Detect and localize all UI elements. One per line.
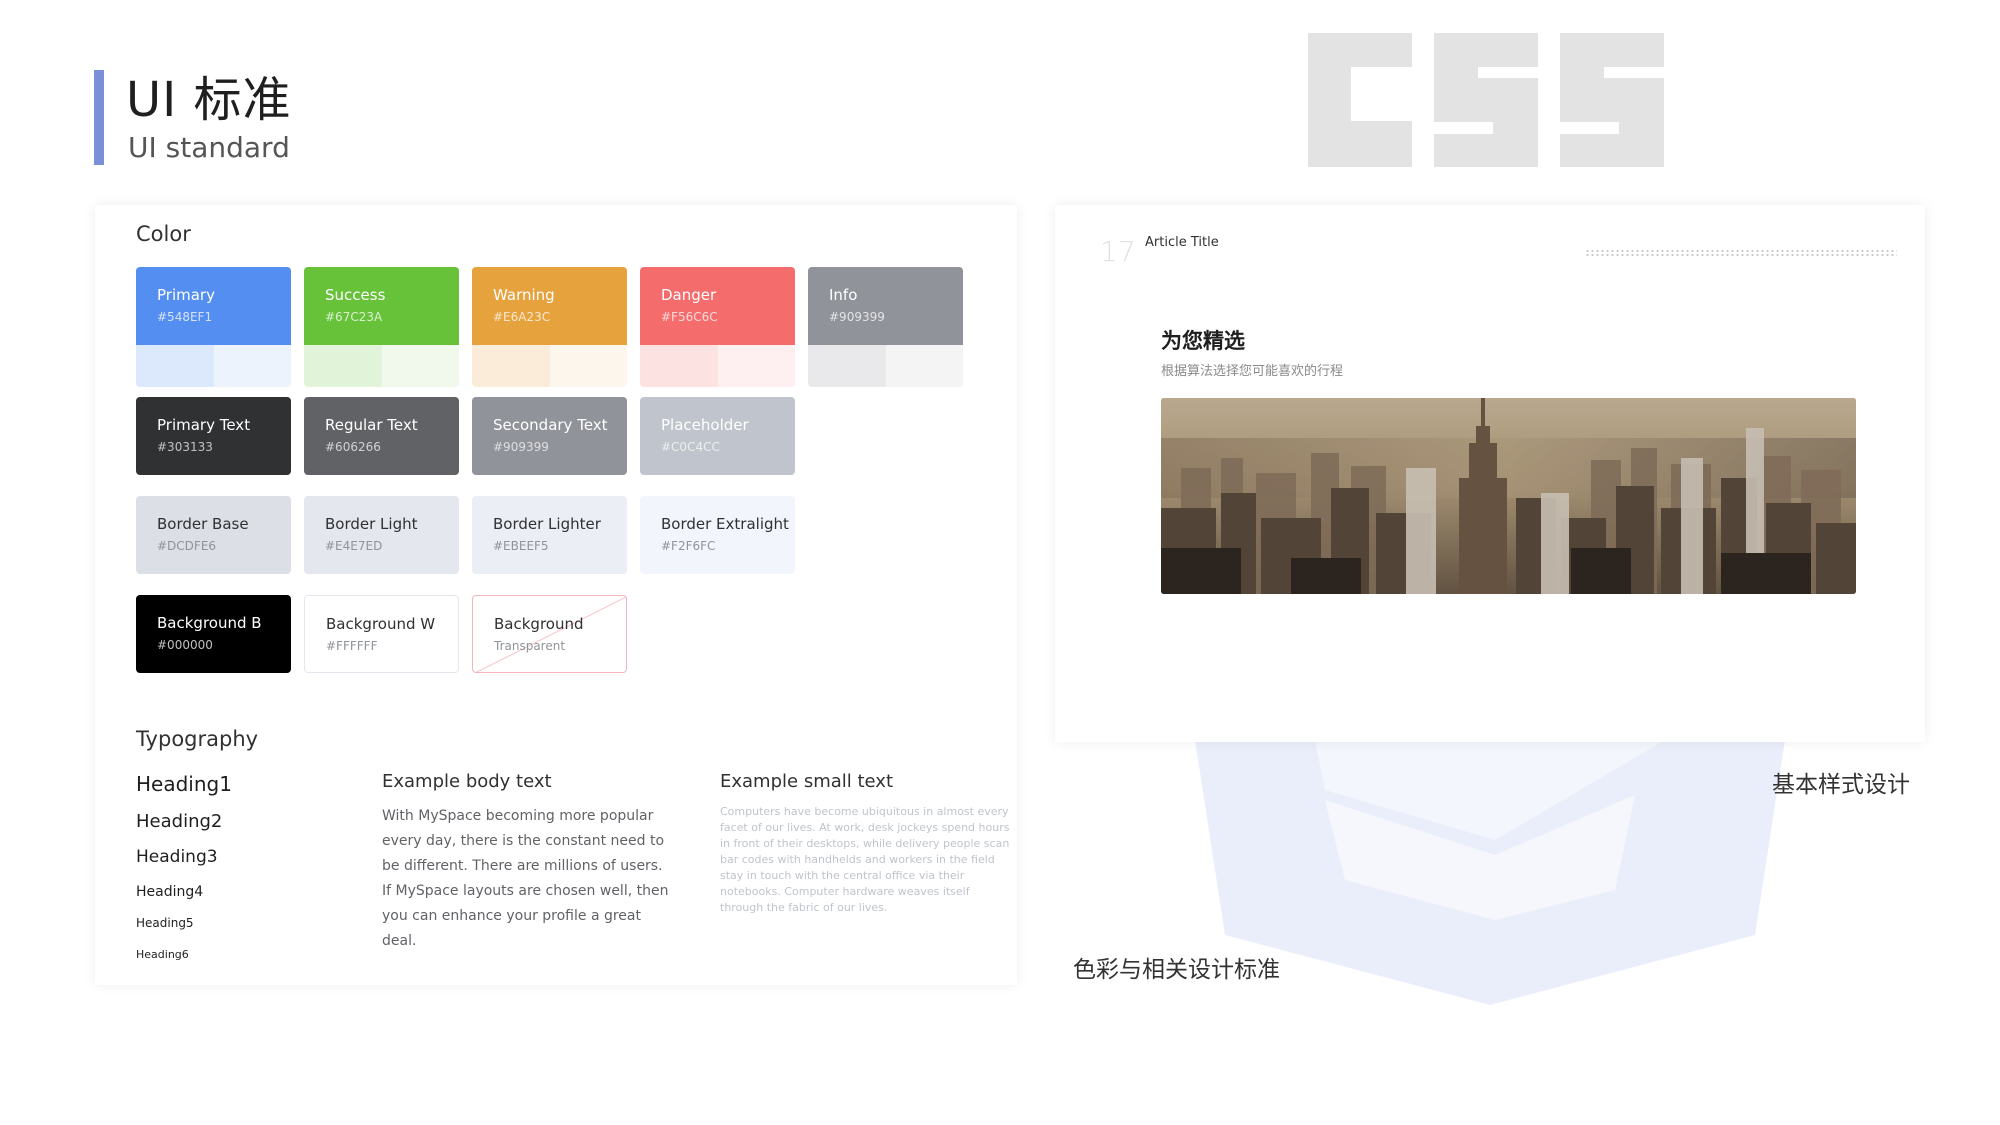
article-number: 17 (1100, 235, 1136, 268)
swatch-name: Danger (661, 286, 717, 304)
feature-title: 为您精选 (1161, 329, 1245, 353)
swatch-name: Primary (157, 286, 215, 304)
swatch-name: Border Light (325, 515, 418, 533)
swatch-background-white: Background W #FFFFFF (304, 595, 459, 673)
swatch-hex: #67C23A (325, 310, 383, 324)
swatch-regular-text: Regular Text #606266 (304, 397, 459, 475)
swatch-name: Primary Text (157, 416, 251, 434)
swatch-name: Border Extralight (661, 515, 789, 533)
swatch-hex: #EBEEF5 (493, 539, 549, 553)
city-skyline-image (1161, 398, 1856, 594)
swatch-secondary-text: Secondary Text #909399 (472, 397, 627, 475)
swatch-info: Info #909399 (808, 267, 963, 387)
swatch-hex: #F2F6FC (661, 539, 716, 553)
heading2-sample: Heading2 (136, 811, 223, 832)
swatch-hex: Transparent (494, 639, 566, 653)
article-title: Article Title (1145, 235, 1219, 250)
title-accent-bar (94, 70, 104, 165)
swatch-name: Border Base (157, 515, 249, 533)
swatch-warning: Warning #E6A23C (472, 267, 627, 387)
caption-basic-style: 基本样式设计 (1772, 772, 1910, 798)
article-preview-card: 17 Article Title 为您精选 根据算法选择您可能喜欢的行程 (1055, 205, 1925, 742)
page-title: UI 标准 (126, 72, 292, 128)
color-section-title: Color (136, 222, 191, 246)
body-text-title: Example body text (382, 771, 552, 792)
swatch-hex: #DCDFE6 (157, 539, 217, 553)
swatch-name: Placeholder (661, 416, 749, 434)
small-text-sample: Computers have become ubiquitous in almo… (720, 805, 1010, 914)
color-typography-card: Color Primary #548EF1 Success #67C23A Wa… (95, 205, 1017, 985)
swatch-name: Warning (493, 286, 555, 304)
body-text-sample: With MySpace becoming more popular every… (382, 808, 669, 949)
swatch-border-extralight: Border Extralight #F2F6FC (640, 496, 795, 574)
heading5-sample: Heading5 (136, 916, 194, 930)
swatch-hex: #E6A23C (493, 310, 551, 324)
swatch-hex: #C0C4CC (661, 440, 720, 454)
swatch-hex: #909399 (493, 440, 549, 454)
swatch-hex: #FFFFFF (326, 639, 378, 653)
swatch-border-light: Border Light #E4E7ED (304, 496, 459, 574)
heading4-sample: Heading4 (136, 884, 204, 900)
swatch-name: Background (494, 615, 584, 633)
swatch-name: Border Lighter (493, 515, 601, 533)
swatch-hex: #000000 (157, 638, 213, 652)
swatch-name: Info (829, 286, 858, 304)
caption-color-standard: 色彩与相关设计标准 (1073, 957, 1280, 983)
swatch-danger: Danger #F56C6C (640, 267, 795, 387)
swatch-background-transparent: Background Transparent (472, 595, 627, 673)
swatch-background-black: Background B #000000 (136, 595, 291, 673)
css-logo-icon (1308, 33, 1664, 167)
swatch-placeholder: Placeholder #C0C4CC (640, 397, 795, 475)
typography-section-title: Typography (136, 727, 259, 751)
page-subtitle: UI standard (128, 131, 290, 164)
swatch-border-lighter: Border Lighter #EBEEF5 (472, 496, 627, 574)
swatch-primary: Primary #548EF1 (136, 267, 291, 387)
swatch-hex: #F56C6C (661, 310, 718, 324)
swatch-name: Background B (157, 614, 262, 632)
css-shield-icon (1195, 740, 1785, 1005)
heading3-sample: Heading3 (136, 847, 218, 867)
swatch-name: Background W (326, 615, 436, 633)
swatch-hex: #303133 (157, 440, 213, 454)
swatch-name: Regular Text (325, 416, 418, 434)
swatch-name: Secondary Text (493, 416, 608, 434)
small-text-title: Example small text (720, 771, 894, 792)
swatch-hex: #606266 (325, 440, 381, 454)
heading1-sample: Heading1 (136, 772, 232, 796)
swatch-primary-text: Primary Text #303133 (136, 397, 291, 475)
heading6-sample: Heading6 (136, 948, 189, 961)
feature-subtitle: 根据算法选择您可能喜欢的行程 (1161, 364, 1344, 379)
swatch-success: Success #67C23A (304, 267, 459, 387)
swatch-hex: #548EF1 (157, 310, 213, 324)
swatch-hex: #909399 (829, 310, 885, 324)
swatch-name: Success (325, 286, 386, 304)
swatch-hex: #E4E7ED (325, 539, 383, 553)
swatch-border-base: Border Base #DCDFE6 (136, 496, 291, 574)
transparent-slash-icon (475, 596, 626, 672)
dotted-divider (1585, 249, 1897, 257)
